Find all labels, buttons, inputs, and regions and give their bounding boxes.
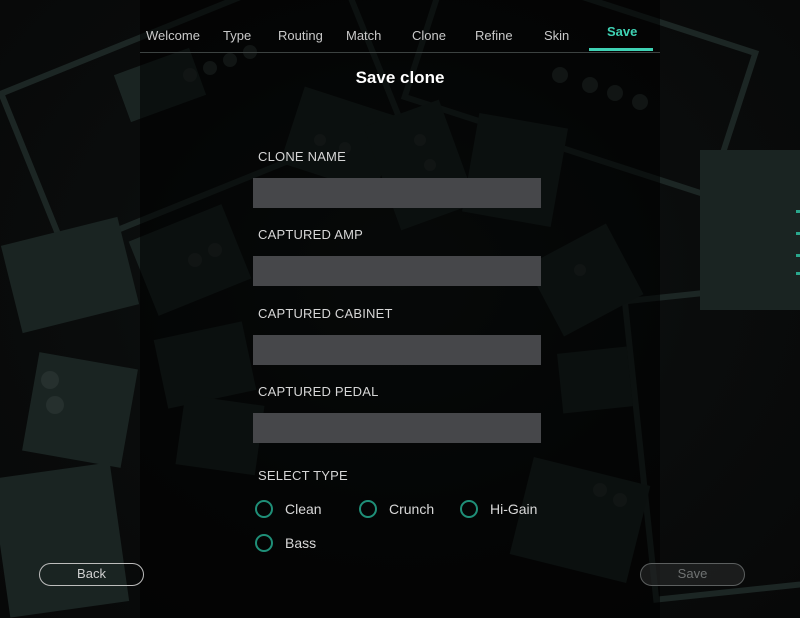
captured-pedal-label: CAPTURED PEDAL	[258, 384, 379, 399]
nav-step-skin[interactable]: Skin	[544, 28, 569, 43]
radio-circle-icon	[359, 500, 377, 518]
type-radio-bass[interactable]: Bass	[255, 534, 316, 552]
active-step-indicator	[589, 48, 653, 51]
radio-circle-icon	[255, 534, 273, 552]
nav-step-routing[interactable]: Routing	[278, 28, 323, 43]
nav-step-save[interactable]: Save	[607, 24, 637, 39]
select-type-label: SELECT TYPE	[258, 468, 348, 483]
wizard-window: Welcome Type Routing Match Clone Refine …	[0, 0, 800, 618]
type-radio-label: Crunch	[389, 501, 435, 517]
wizard-step-nav: Welcome Type Routing Match Clone Refine …	[140, 18, 660, 53]
clone-name-label: CLONE NAME	[258, 149, 346, 164]
clone-name-input[interactable]	[253, 178, 541, 208]
captured-cabinet-label: CAPTURED CABINET	[258, 306, 393, 321]
type-radio-hi-gain[interactable]: Hi-Gain	[460, 500, 537, 518]
nav-step-type[interactable]: Type	[223, 28, 251, 43]
captured-amp-input[interactable]	[253, 256, 541, 286]
back-button[interactable]: Back	[39, 563, 144, 586]
radio-circle-icon	[255, 500, 273, 518]
type-radio-label: Hi-Gain	[490, 501, 538, 517]
captured-pedal-input[interactable]	[253, 413, 541, 443]
nav-step-match[interactable]: Match	[346, 28, 381, 43]
content-backdrop	[140, 0, 660, 618]
save-button[interactable]: Save	[640, 563, 745, 586]
captured-cabinet-input[interactable]	[253, 335, 541, 365]
nav-step-clone[interactable]: Clone	[412, 28, 446, 43]
captured-amp-label: CAPTURED AMP	[258, 227, 363, 242]
type-radio-label: Clean	[285, 501, 322, 517]
page-title: Save clone	[355, 68, 445, 87]
nav-step-welcome[interactable]: Welcome	[146, 28, 200, 43]
type-radio-crunch[interactable]: Crunch	[359, 500, 434, 518]
type-radio-label: Bass	[285, 535, 317, 551]
nav-step-refine[interactable]: Refine	[475, 28, 513, 43]
window-edge-marks	[796, 210, 800, 280]
radio-circle-icon	[460, 500, 478, 518]
type-radio-clean[interactable]: Clean	[255, 500, 322, 518]
